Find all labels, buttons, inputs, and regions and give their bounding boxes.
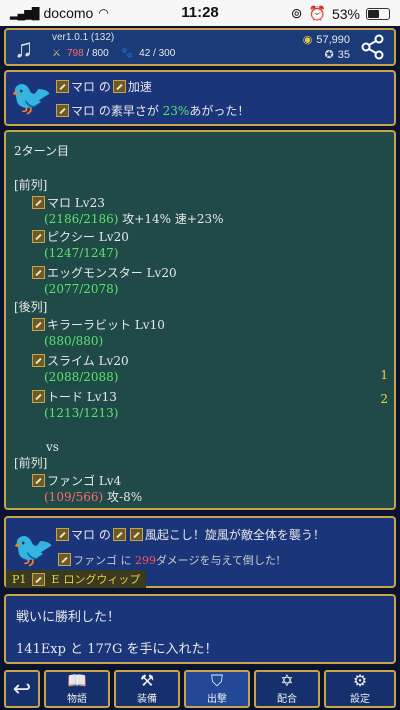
monster-badge-icon xyxy=(32,318,45,331)
event1-skill: 加速 xyxy=(127,80,152,94)
event2-target: ファンゴ に xyxy=(73,554,135,567)
share-icon[interactable] xyxy=(360,34,386,60)
reward-message: 141Exp と 177G を手に入れた！ xyxy=(16,642,218,657)
back-name: トード Lv13 xyxy=(47,390,117,404)
back-name: キラーラビット Lv10 xyxy=(47,318,165,332)
story-label: 物語 xyxy=(67,693,87,705)
equip-button[interactable]: ⚒ 装備 xyxy=(114,670,180,708)
event2-result: ダメージを与えて倒した! xyxy=(156,554,281,567)
event2-damage: 299 xyxy=(135,554,156,567)
back-arrow-icon: ↩ xyxy=(12,676,32,701)
back-hp: (2088/2088) xyxy=(44,370,119,384)
weapon-tag: P1 E ロングウィップ xyxy=(6,570,147,588)
bottom-nav: ↩ 📖 物語 ⚒ 装備 ⛉ 出撃 ✡ 配合 ⚙ 設定 xyxy=(0,668,400,710)
gem-amount: 35 xyxy=(337,48,350,61)
bird-avatar-icon: 🐦 xyxy=(10,78,53,118)
sword-badge-icon xyxy=(56,528,69,541)
version-label: ver1.0.1 (132) xyxy=(52,32,115,43)
ally-name: マロ Lv23 xyxy=(47,196,105,210)
enemy-debuff: 攻-8% xyxy=(103,490,143,504)
back-hp: (880/880) xyxy=(44,334,104,348)
monster-badge-icon xyxy=(32,230,45,243)
event1-pct: 23% xyxy=(162,104,190,118)
victory-message: 戦いに勝利した！ xyxy=(16,610,121,625)
ally-name: エッグモンスター Lv20 xyxy=(47,266,177,280)
settings-button[interactable]: ⚙ 設定 xyxy=(324,670,396,708)
front-row-label: [前列] xyxy=(14,178,48,192)
bird-avatar-icon: 🐦 xyxy=(12,530,55,570)
ally-hp: (1247/1247) xyxy=(44,246,119,260)
row-index: 1 xyxy=(380,368,388,382)
hexagram-icon: ✡ xyxy=(280,672,294,690)
status-bar: ▂▄▆█ docomo ◠ 11:28 ⊚ ⏰ 53% xyxy=(0,0,400,26)
paw-current: 42 xyxy=(139,48,151,59)
event-panel-attack: 🐦 マロ の 風起こし！旋風が敵全体を襲う！ ファンゴ に 299ダメージを与えて… xyxy=(4,516,396,588)
ally-name: ピクシー Lv20 xyxy=(47,230,129,244)
game-header: ♫ ver1.0.1 (132) ⚔ 798 / 800 🐾 42 / 300 … xyxy=(4,28,396,66)
medal-icon: ✪ xyxy=(324,49,334,61)
row-index: 2 xyxy=(380,392,388,406)
music-note-icon[interactable]: ♫ xyxy=(14,33,34,64)
event1-text-a: マロ の素早さが xyxy=(71,104,163,118)
hp-max: / 800 xyxy=(86,48,109,59)
back-row-label: [後列] xyxy=(14,300,48,314)
alarm-icon: ⏰ xyxy=(308,5,326,21)
sword-icon: ⚔ xyxy=(52,48,61,59)
event1-prefix: の xyxy=(98,80,111,94)
event1-name: マロ xyxy=(71,80,96,94)
gold-coins-icon: ◉ xyxy=(302,34,313,46)
turn-label: 2ターン目 xyxy=(14,144,70,158)
skill-badge-icon xyxy=(112,80,126,93)
ally-hp: (2186/2186) xyxy=(44,212,119,226)
ally-buff: 攻+14% 速+23% xyxy=(118,212,224,226)
event1-text-b: あがった！ xyxy=(189,104,250,118)
sword-badge-icon xyxy=(56,80,69,93)
back-name: スライム Lv20 xyxy=(47,354,129,368)
skill-badge-icon xyxy=(129,528,143,541)
sword-badge-icon xyxy=(32,474,45,487)
rotation-lock-icon: ⊚ xyxy=(290,5,303,21)
hp-current: 798 xyxy=(66,48,84,59)
back-button[interactable]: ↩ xyxy=(4,670,40,708)
gear-icon: ⚙ xyxy=(352,672,368,690)
result-message-panel: 戦いに勝利した！ 141Exp と 177G を手に入れた！ xyxy=(4,594,396,664)
gold-amount: 57,990 xyxy=(316,33,350,46)
tag-p: P1 xyxy=(12,572,27,586)
settings-label: 設定 xyxy=(350,693,370,705)
tag-e: E xyxy=(51,572,60,586)
sword-badge-icon xyxy=(58,553,71,566)
event-panel-speedup: 🐦 マロ の 加速 マロ の素早さが 23%あがった！ xyxy=(4,70,396,126)
battle-log-panel[interactable]: 2ターン目 [前列] マロ Lv23 (2186/2186) 攻+14% 速+2… xyxy=(4,130,396,510)
vs-label: vs xyxy=(46,440,59,454)
sword-badge-icon xyxy=(32,196,45,209)
anvil-icon: ⚒ xyxy=(139,672,155,690)
paw-icon: 🐾 xyxy=(120,48,134,59)
equip-label: 装備 xyxy=(137,693,157,705)
enemy-row-label: [前列] xyxy=(14,456,48,470)
sword-badge-icon xyxy=(32,390,45,403)
element-badge-icon xyxy=(32,572,46,586)
event2-actor: マロ の xyxy=(71,528,111,542)
sword-badge-icon xyxy=(32,354,45,367)
event2-skill-text: 風起こし！旋風が敵全体を襲う！ xyxy=(144,528,325,542)
enemy-hp: (109/566) xyxy=(44,490,104,504)
sword-badge-icon xyxy=(32,266,45,279)
story-button[interactable]: 📖 物語 xyxy=(44,670,110,708)
book-icon: 📖 xyxy=(67,672,87,690)
sortie-button[interactable]: ⛉ 出撃 xyxy=(184,670,250,708)
sortie-icon: ⛉ xyxy=(210,672,223,690)
sword-badge-icon xyxy=(56,104,69,117)
back-hp: (1213/1213) xyxy=(44,406,119,420)
weapon-name: ロングウィップ xyxy=(63,573,141,586)
enemy-name: ファンゴ Lv4 xyxy=(47,474,122,488)
combine-label: 配合 xyxy=(277,693,297,705)
combine-button[interactable]: ✡ 配合 xyxy=(254,670,320,708)
ally-hp: (2077/2078) xyxy=(44,282,119,296)
battery-percent: 53% xyxy=(331,5,360,22)
sortie-label: 出撃 xyxy=(207,693,227,705)
whirlwind-badge-icon xyxy=(112,528,126,541)
paw-max: / 300 xyxy=(153,48,176,59)
battery-icon xyxy=(366,7,390,20)
